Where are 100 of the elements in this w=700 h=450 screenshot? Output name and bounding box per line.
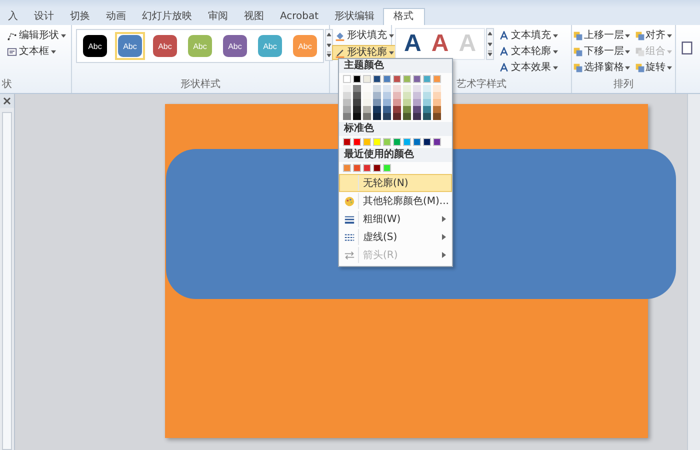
color-shades[interactable]: [383, 85, 391, 120]
text-format-button[interactable]: 文本效果: [496, 60, 562, 75]
caret-icon: [625, 34, 630, 38]
caret-icon: [389, 34, 394, 38]
text-box-icon: [7, 46, 17, 56]
color-swatch[interactable]: [413, 138, 421, 146]
color-swatch[interactable]: [383, 164, 391, 172]
text-format-button[interactable]: 文本轮廓: [496, 44, 562, 59]
shape-style-swatch[interactable]: Abc: [80, 32, 110, 60]
menu-item[interactable]: 虚线(S): [339, 228, 452, 246]
color-swatch[interactable]: [383, 75, 391, 83]
color-swatch[interactable]: [373, 164, 381, 172]
arrange-button[interactable]: 上移一层: [572, 28, 631, 43]
caret-icon: [666, 34, 672, 38]
caret-icon: [61, 34, 66, 38]
color-swatch[interactable]: [403, 138, 411, 146]
caret-icon: [553, 66, 558, 70]
caret-icon: [553, 50, 558, 54]
arrange-button[interactable]: 旋转: [634, 60, 672, 75]
menu-heading: 标准色: [339, 122, 452, 136]
letter-a-icon: [499, 46, 510, 56]
color-swatch[interactable]: [393, 138, 401, 146]
arrows-icon: [344, 250, 354, 260]
color-shades[interactable]: [433, 85, 441, 120]
text-format-button[interactable]: 文本填充: [496, 28, 562, 43]
color-swatch[interactable]: [353, 75, 361, 83]
color-swatch[interactable]: [353, 164, 361, 172]
caret-icon: [389, 50, 394, 54]
color-swatch[interactable]: [373, 138, 381, 146]
color-swatch[interactable]: [393, 75, 401, 83]
color-swatch[interactable]: [383, 138, 391, 146]
menu-item[interactable]: 无轮廓(N): [339, 174, 452, 192]
color-swatch[interactable]: [403, 75, 411, 83]
ribbon-tab[interactable]: 格式: [382, 8, 425, 25]
caret-icon: [666, 66, 672, 70]
color-shades[interactable]: [353, 85, 361, 120]
group-label: 状: [1, 79, 13, 92]
color-swatch[interactable]: [423, 75, 431, 83]
arrange-button[interactable]: 选择窗格: [572, 60, 631, 75]
shape-format-button[interactable]: 形状填充: [332, 28, 397, 43]
dashed-line-icon: [344, 232, 354, 242]
menu-item[interactable]: 粗细(W): [339, 210, 452, 228]
caret-icon: [666, 50, 672, 54]
ribbon-tab[interactable]: Acrobat: [272, 8, 327, 25]
color-swatch[interactable]: [363, 138, 371, 146]
color-shades[interactable]: [393, 85, 401, 120]
ribbon-tab[interactable]: 形状编辑: [326, 8, 383, 25]
scroll-bar[interactable]: [687, 94, 700, 450]
menu-heading: 主题颜色: [339, 59, 452, 73]
letter-a-icon: [499, 62, 510, 72]
color-swatch[interactable]: [353, 138, 361, 146]
ribbon-tab[interactable]: 设计: [26, 8, 62, 25]
color-shades[interactable]: [403, 85, 411, 120]
color-shades[interactable]: [373, 85, 381, 120]
group-label: 排列: [612, 79, 634, 92]
letter-a-icon: [499, 30, 510, 40]
color-swatch[interactable]: [363, 164, 371, 172]
ribbon-tab[interactable]: 视图: [236, 8, 272, 25]
group-label: 形状样式: [180, 79, 222, 92]
scroll-bar[interactable]: [2, 112, 12, 450]
menu-heading: 最近使用的颜色: [339, 148, 452, 162]
color-swatch[interactable]: [423, 138, 431, 146]
close-icon[interactable]: [0, 94, 14, 108]
pencil-icon: [335, 48, 345, 58]
color-swatch[interactable]: [433, 75, 441, 83]
gallery-scroll-icon[interactable]: [325, 29, 333, 61]
caret-icon: [625, 50, 630, 54]
size-icon[interactable]: [680, 39, 694, 57]
caret-icon: [51, 50, 56, 54]
edit-shape-button[interactable]: 编辑形状: [4, 28, 69, 43]
color-shades[interactable]: [343, 85, 351, 120]
color-swatch[interactable]: [343, 138, 351, 146]
ribbon-tab[interactable]: 动画: [98, 8, 134, 25]
ribbon-tab[interactable]: 切换: [62, 8, 98, 25]
color-shades[interactable]: [413, 85, 421, 120]
ribbon-tab[interactable]: 幻灯片放映: [134, 8, 200, 25]
shape-style-swatch[interactable]: Abc: [115, 32, 145, 60]
line-weight-icon: [344, 214, 354, 224]
group-label: 艺术字样式: [456, 79, 508, 92]
color-swatch[interactable]: [413, 75, 421, 83]
arrange-button[interactable]: 对齐: [634, 28, 672, 43]
color-swatch[interactable]: [363, 75, 371, 83]
arrange-button[interactable]: 下移一层: [572, 44, 631, 59]
color-shades[interactable]: [423, 85, 431, 120]
color-swatch[interactable]: [373, 75, 381, 83]
caret-icon: [625, 66, 630, 70]
color-swatch[interactable]: [343, 164, 351, 172]
shape-style-swatch[interactable]: Abc: [220, 32, 250, 60]
edit-points-icon: [7, 30, 17, 40]
color-swatch[interactable]: [343, 75, 351, 83]
ribbon-tab[interactable]: 入: [0, 8, 26, 25]
ribbon-tab[interactable]: 审阅: [200, 8, 236, 25]
menu-item[interactable]: 其他轮廓颜色(M)...: [339, 192, 452, 210]
gallery-scroll-icon[interactable]: [486, 28, 494, 60]
wordart-style[interactable]: A: [404, 31, 422, 57]
shape-style-swatch[interactable]: Abc: [150, 32, 180, 60]
color-swatch[interactable]: [433, 138, 441, 146]
wordart-style[interactable]: A: [431, 31, 449, 57]
text-box-button[interactable]: 文本框: [4, 44, 59, 59]
palette-icon: [344, 196, 354, 206]
